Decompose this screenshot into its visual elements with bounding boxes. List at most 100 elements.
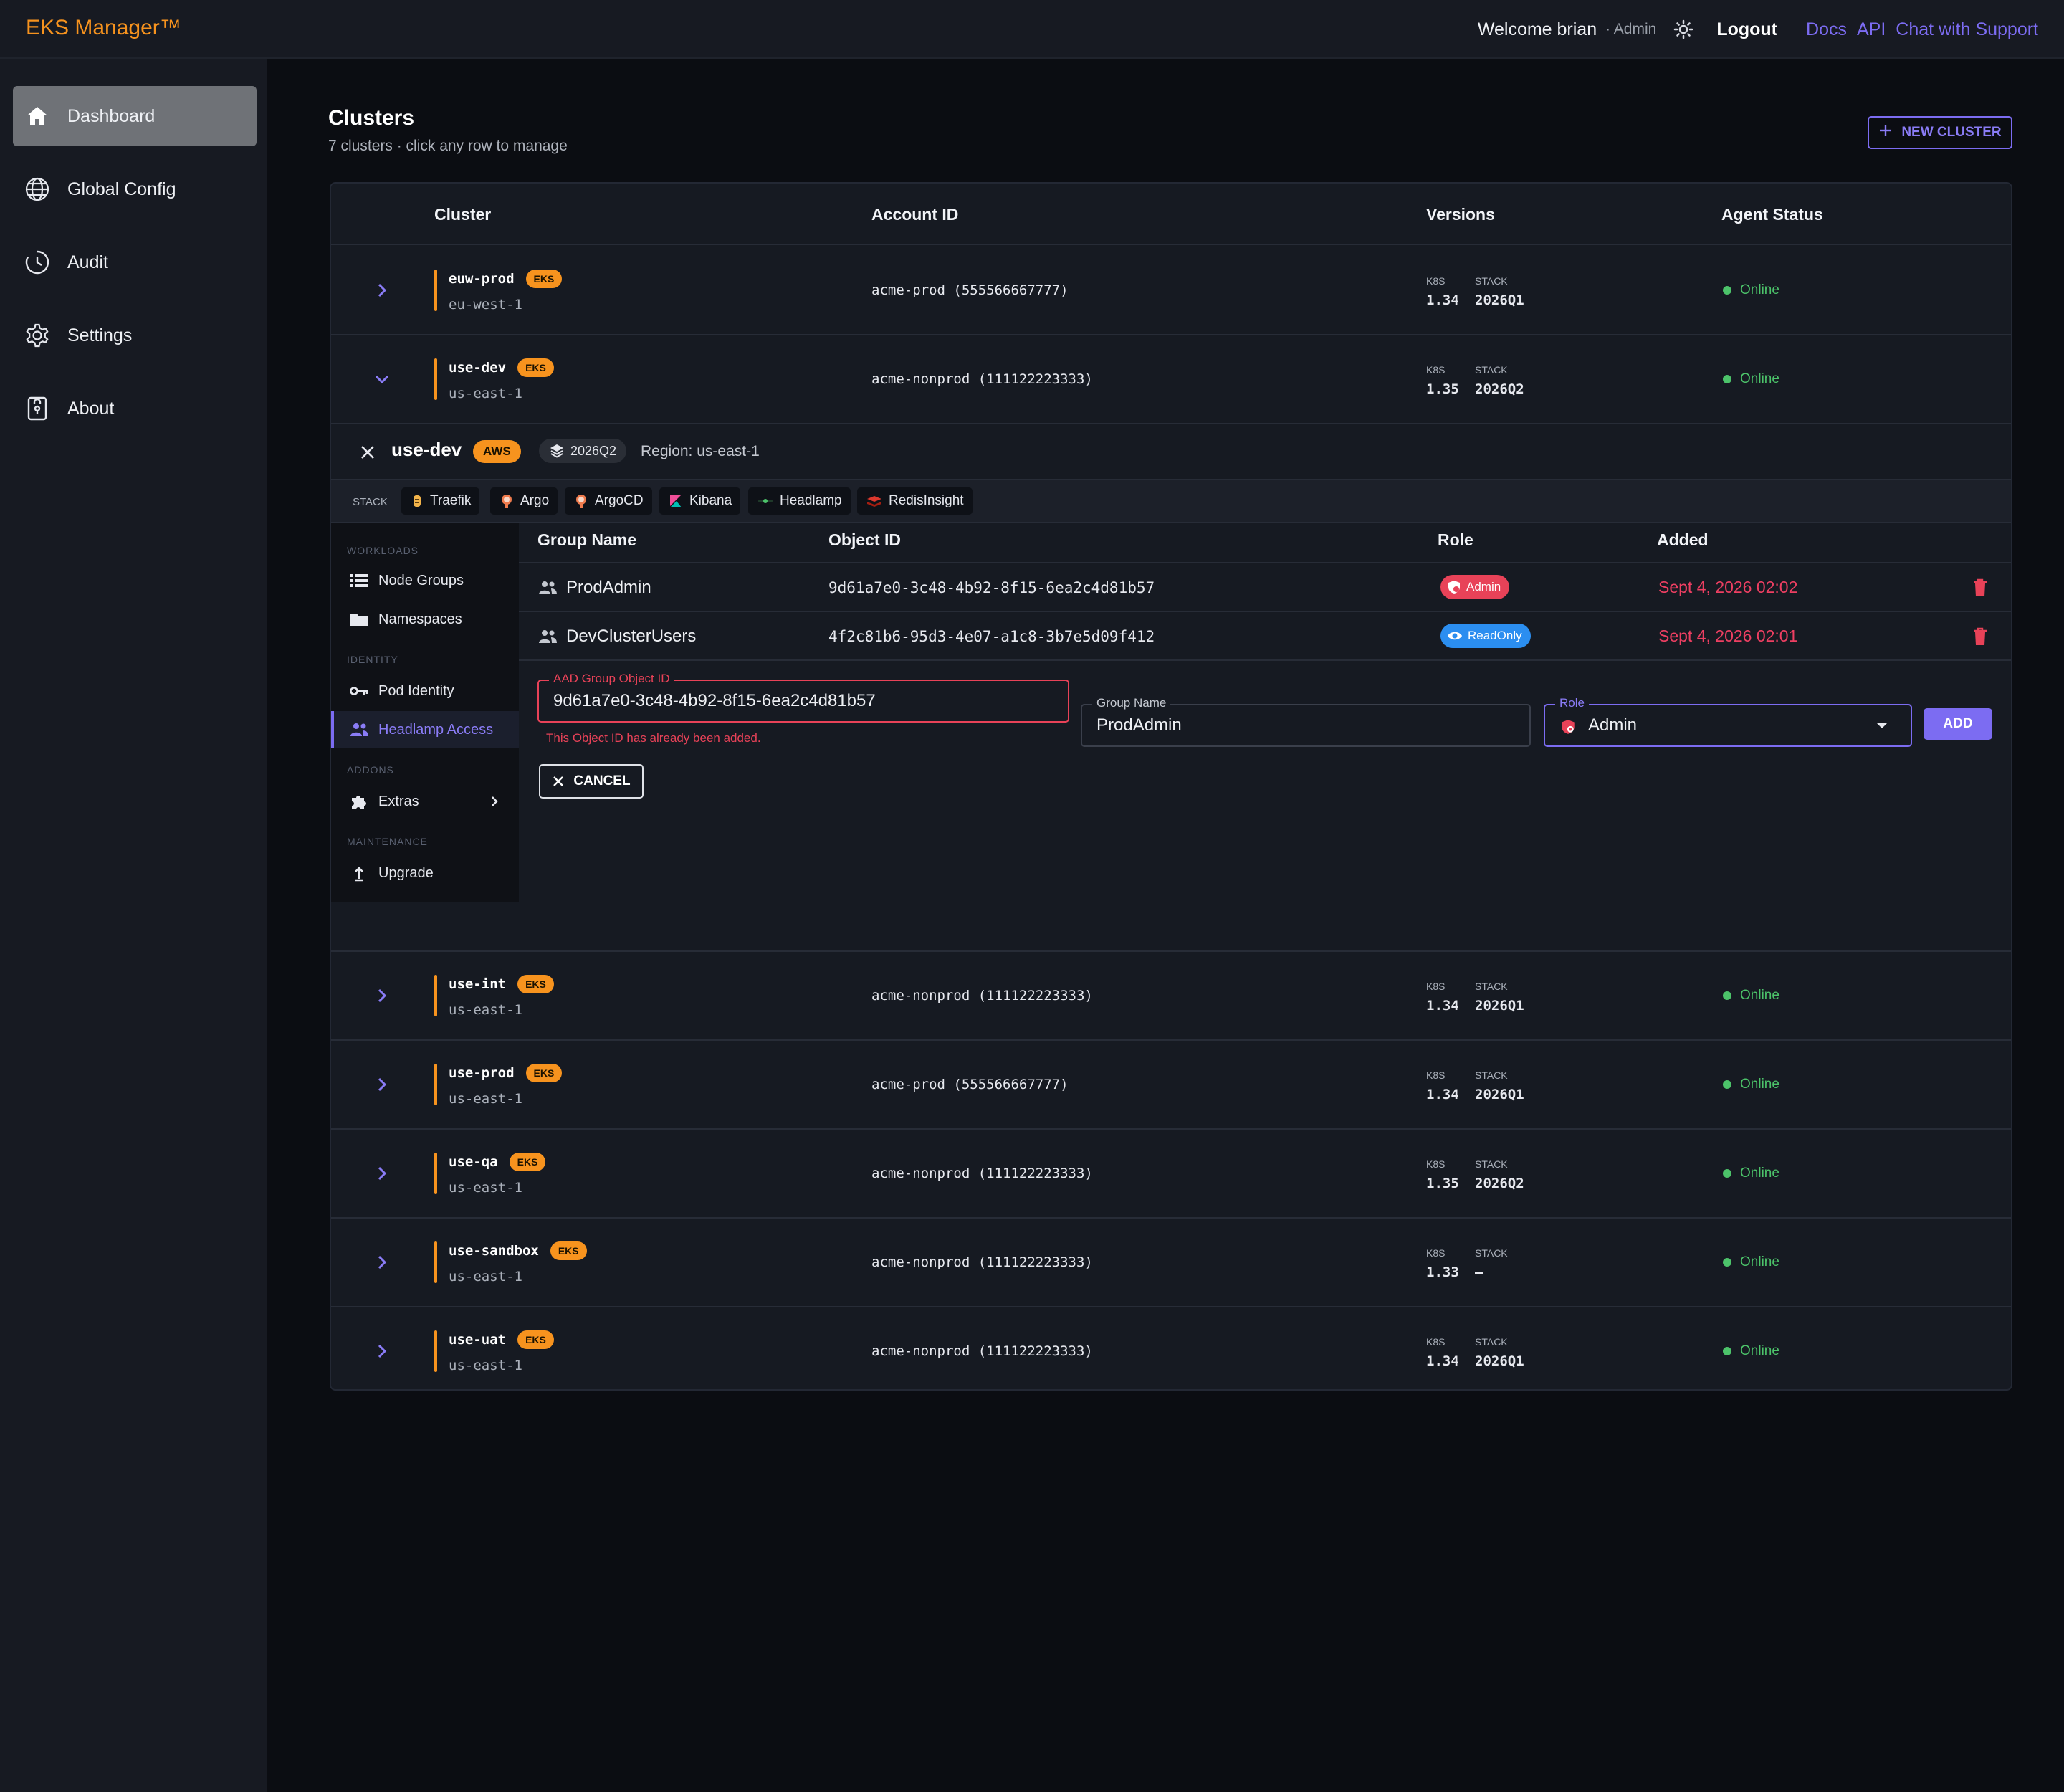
account-id: acme-nonprod (111122223333) [871,1254,1093,1270]
nav-item-pod-identity[interactable]: Pod Identity [331,672,519,710]
table-row[interactable]: use-qa EKS us-east-1 acme-nonprod (111122… [331,1130,2011,1219]
cluster-region: us-east-1 [449,1180,522,1196]
cluster-accent-bar [434,1330,437,1372]
sidebar-item-about[interactable]: About [13,378,257,439]
cluster-accent-bar [434,1064,437,1105]
redis-icon [867,496,882,507]
k8s-label: K8S [1426,275,1446,287]
nav-item-namespaces[interactable]: Namespaces [331,601,519,638]
k8s-version: 1.33 [1426,1264,1459,1280]
folder-icon [348,609,370,630]
group-name-input[interactable]: Group Name ProdAdmin [1081,696,1531,747]
header-agent-status[interactable]: Agent Status [1721,205,1823,224]
nav-item-extras[interactable]: Extras [331,783,519,820]
table-row[interactable]: use-prod EKS us-east-1 acme-prod (5555666… [331,1041,2011,1130]
add-button[interactable]: ADD [1924,708,1992,740]
k8s-version: 1.34 [1426,1353,1459,1369]
header-role[interactable]: Role [1438,530,1473,550]
table-row[interactable]: use-int EKS us-east-1 acme-nonprod (11112… [331,952,2011,1041]
group-icon [539,630,557,643]
shield-lock-icon [1448,581,1460,594]
brand-title[interactable]: EKS Manager™ [26,16,181,40]
nav-item-label: Namespaces [378,611,462,627]
header-account-id[interactable]: Account ID [871,205,958,224]
api-link[interactable]: API [1857,19,1886,40]
sidebar-item-audit[interactable]: Audit [13,232,257,292]
cluster-detail-panel: use-dev AWS 2026Q2 Region: us-east-1 STA… [331,424,2011,952]
argocd-icon [576,495,586,508]
group-name: ProdAdmin [538,578,651,598]
close-icon[interactable] [358,443,377,462]
object-id: 4f2c81b6-95d3-4e07-a1c8-3b7e5d09f412 [828,628,1155,645]
logout-button[interactable]: Logout [1716,19,1777,40]
header-group-name[interactable]: Group Name [538,530,636,550]
chevron-right-icon[interactable] [371,1074,393,1095]
cluster-name: use-dev EKS [449,358,554,377]
delete-icon[interactable] [1971,578,1989,598]
chevron-right-icon[interactable] [371,1163,393,1184]
stack-label: STACK [1475,981,1508,992]
stack-label: STACK [1475,1336,1508,1348]
header-versions[interactable]: Versions [1426,205,1495,224]
header-object-id[interactable]: Object ID [828,530,901,550]
stack-chip-kibana[interactable]: Kibana [659,487,741,515]
status-dot-icon [1723,286,1731,295]
eye-icon [1448,632,1462,640]
stack-chip-argocd[interactable]: ArgoCD [565,487,652,515]
stack-chip-label: ArgoCD [595,493,644,508]
gear-icon [23,321,52,350]
argo-icon [502,495,512,508]
table-row[interactable]: use-uat EKS us-east-1 acme-nonprod (11112… [331,1307,2011,1389]
chevron-right-icon[interactable] [371,1340,393,1362]
chevron-right-icon[interactable] [487,794,502,809]
sidebar-item-settings[interactable]: Settings [13,305,257,366]
cancel-button[interactable]: CANCEL [539,764,644,799]
eks-badge: EKS [550,1241,587,1260]
eks-badge: EKS [517,1330,554,1349]
nav-item-upgrade[interactable]: Upgrade [331,854,519,892]
eks-badge: EKS [509,1153,546,1171]
stack-chip-label: Traefik [430,493,472,508]
sidebar-item-dashboard[interactable]: Dashboard [13,86,257,146]
status-dot-icon [1723,1080,1731,1089]
nav-item-label: Headlamp Access [378,721,494,738]
delete-icon[interactable] [1971,626,1989,647]
stack-chip-argo[interactable]: Argo [490,487,558,515]
table-row[interactable]: use-dev EKS us-east-1 acme-nonprod (11112… [331,335,2011,424]
chevron-right-icon[interactable] [371,985,393,1006]
table-row[interactable]: euw-prod EKS eu-west-1 acme-prod (5555666… [331,247,2011,335]
stack-chip-traefik[interactable]: Traefik [401,487,480,515]
role-text: Admin [1466,580,1501,594]
headlamp-icon [758,499,773,503]
cluster-region: us-east-1 [449,1269,522,1285]
chat-support-link[interactable]: Chat with Support [1896,19,2038,40]
agent-status: Online [1723,988,1779,1004]
chevron-right-icon[interactable] [371,280,393,301]
header-cluster[interactable]: Cluster [434,205,491,224]
stack-version: 2026Q1 [1475,1353,1524,1369]
nav-item-node-groups[interactable]: Node Groups [331,562,519,599]
stack-chip-redisinsight[interactable]: RedisInsight [857,487,973,515]
nav-item-headlamp-access[interactable]: Headlamp Access [331,711,519,748]
aad-object-id-input[interactable]: AAD Group Object ID 9d61a7e0-3c48-4b92-8… [538,672,1069,723]
layers-icon [550,444,563,458]
stack-chip-headlamp[interactable]: Headlamp [748,487,851,515]
globe-icon [23,175,52,204]
status-text: Online [1740,988,1779,1003]
chevron-right-icon[interactable] [371,1252,393,1273]
chevron-down-icon[interactable] [371,368,393,390]
stack-label: STACK [1475,275,1508,287]
aad-object-id-label: AAD Group Object ID [549,672,674,686]
account-id: acme-prod (555566667777) [871,1077,1069,1092]
group-name-text: ProdAdmin [566,578,651,597]
docs-link[interactable]: Docs [1806,19,1847,40]
table-row[interactable]: use-sandbox EKS us-east-1 acme-nonprod (1… [331,1219,2011,1307]
new-cluster-button[interactable]: NEW CLUSTER [1868,116,2012,149]
nav-item-label: Extras [378,793,419,809]
theme-toggle-sun-icon[interactable] [1672,18,1695,41]
role-select[interactable]: Role Admin [1544,696,1912,747]
status-text: Online [1740,1077,1779,1092]
agent-status: Online [1723,1077,1779,1092]
sidebar-item-global-config[interactable]: Global Config [13,159,257,219]
header-added[interactable]: Added [1657,530,1709,550]
